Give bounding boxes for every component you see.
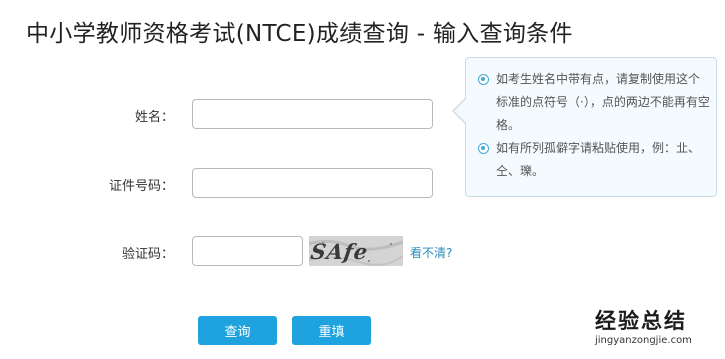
tip-item: 如考生姓名中带有点，请复制使用这个标准的点符号（·），点的两边不能再有空格。 [478, 68, 710, 137]
refresh-captcha-link[interactable]: 看不清? [410, 244, 452, 261]
captcha-image[interactable]: SAfe [309, 236, 403, 266]
name-label: 姓名： [134, 110, 174, 125]
captcha-label: 验证码： [121, 247, 174, 262]
id-number-label: 证件号码： [108, 179, 174, 194]
captcha-graphic: SAfe [309, 236, 403, 266]
name-input[interactable] [192, 99, 433, 129]
tip-item: 如有所列孤僻字请粘贴使用，例：㐀、仝、瓅。 [478, 137, 710, 183]
captcha-input[interactable] [192, 236, 303, 266]
query-button[interactable]: 查询 [198, 316, 277, 345]
site-watermark: 经验总结 jingyanzongjie.com [595, 308, 721, 347]
captcha-text: SAfe [309, 239, 370, 264]
tip-text: 如有所列孤僻字请粘贴使用，例：㐀、仝、瓅。 [496, 141, 701, 178]
id-number-input[interactable] [192, 168, 433, 198]
reset-button[interactable]: 重填 [292, 316, 371, 345]
tip-arrow-fill [454, 98, 467, 124]
radio-bullet-icon [478, 143, 489, 154]
page-title: 中小学教师资格考试(NTCE)成绩查询 - 输入查询条件 [26, 21, 573, 47]
tip-text: 如考生姓名中带有点，请复制使用这个标准的点符号（·），点的两边不能再有空格。 [496, 72, 710, 132]
watermark-url: jingyanzongjie.com [595, 335, 692, 346]
input-tips-box: 如考生姓名中带有点，请复制使用这个标准的点符号（·），点的两边不能再有空格。 如… [465, 57, 717, 197]
radio-bullet-icon [478, 74, 489, 85]
watermark-title: 经验总结 [595, 309, 687, 333]
